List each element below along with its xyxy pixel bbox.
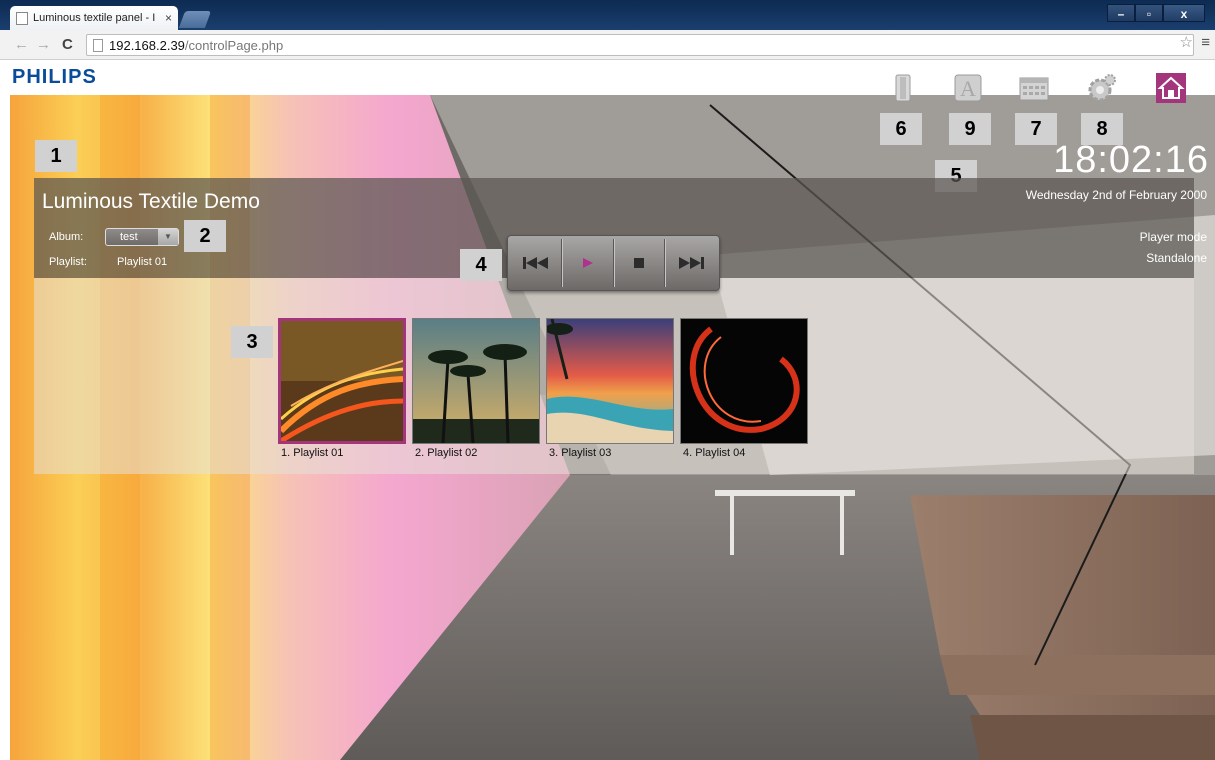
playlist-caption: 3. Playlist 03: [549, 447, 612, 459]
svg-text:A: A: [960, 76, 976, 101]
maximize-button[interactable]: ▫: [1135, 4, 1163, 22]
previous-button[interactable]: [511, 239, 562, 287]
play-icon: [582, 258, 593, 268]
album-label: Album:: [49, 231, 84, 243]
page-icon: [16, 11, 28, 25]
album-value: test: [120, 231, 138, 243]
next-icon: [679, 257, 705, 269]
back-icon[interactable]: ←: [14, 36, 29, 53]
playlist-tile-3[interactable]: 3. Playlist 03: [546, 318, 674, 464]
playlist-grid: 1. Playlist 01 2. Playlist 02 3. Playlis…: [34, 278, 1194, 474]
callout-3: 3: [231, 326, 273, 358]
playlist-tile-2[interactable]: 2. Playlist 02: [412, 318, 540, 464]
tab-close-button[interactable]: ×: [165, 11, 172, 25]
demo-title: Luminous Textile Demo: [42, 190, 260, 213]
date: Wednesday 2nd of February 2000: [1025, 188, 1207, 202]
philips-logo: PHILIPS: [12, 66, 97, 88]
close-window-button[interactable]: x: [1163, 4, 1205, 22]
calendar-icon[interactable]: [1019, 73, 1049, 103]
playlist-tile-4[interactable]: 4. Playlist 04: [680, 318, 808, 464]
menu-icon[interactable]: ≡: [1201, 34, 1210, 51]
callout-1: 1: [35, 140, 77, 172]
new-tab-button[interactable]: [178, 11, 212, 28]
control-page: PHILIPS A 6 9 7 8 18:02:16 5 1 Luminous …: [0, 61, 1215, 760]
playlist-label: Playlist:: [49, 256, 87, 268]
album-select[interactable]: test ▼: [105, 228, 179, 246]
player-mode-value: Standalone: [1146, 251, 1207, 265]
next-button[interactable]: [665, 239, 716, 287]
playlist-thumbnail: [680, 318, 808, 444]
tab-title: Luminous textile panel - I: [33, 12, 156, 24]
callout-2: 2: [184, 220, 226, 252]
playlist-caption: 4. Playlist 04: [683, 447, 746, 459]
playlist-thumbnail: [546, 318, 674, 444]
browser-titlebar: Luminous textile panel - I × – ▫ x: [0, 0, 1215, 30]
playlist-tile-1[interactable]: 1. Playlist 01: [278, 318, 406, 464]
callout-6: 6: [880, 113, 922, 145]
address-bar[interactable]: 192.168.2.39/controlPage.php: [86, 34, 1194, 56]
browser-tab[interactable]: Luminous textile panel - I ×: [10, 6, 178, 30]
page-icon: [93, 38, 103, 52]
home-icon[interactable]: [1156, 73, 1186, 103]
previous-icon: [522, 257, 548, 269]
minimize-button[interactable]: –: [1107, 4, 1135, 22]
reload-icon[interactable]: C: [62, 36, 73, 53]
playlist-caption: 1. Playlist 01: [281, 447, 344, 459]
window-controls: – ▫ x: [1107, 4, 1205, 22]
browser-toolbar: ← → C 192.168.2.39/controlPage.php ☆ ≡: [0, 30, 1215, 60]
clock: 18:02:16: [1053, 139, 1209, 181]
playlist-value: Playlist 01: [117, 256, 168, 268]
stop-icon: [634, 258, 645, 268]
settings-icon[interactable]: [1087, 73, 1117, 103]
url-host: 192.168.2.39: [109, 37, 185, 53]
chevron-down-icon[interactable]: ▼: [158, 229, 178, 245]
callout-9: 9: [949, 113, 991, 145]
text-icon[interactable]: A: [953, 73, 983, 103]
playlist-caption: 2. Playlist 02: [415, 447, 478, 459]
callout-7: 7: [1015, 113, 1057, 145]
playlist-thumbnail: [278, 318, 406, 444]
forward-icon[interactable]: →: [36, 36, 51, 53]
url-path: /controlPage.php: [184, 37, 284, 53]
player-mode-label: Player mode: [1139, 230, 1207, 244]
callout-4: 4: [460, 249, 502, 281]
playlist-thumbnail: [412, 318, 540, 444]
library-icon[interactable]: [888, 73, 918, 103]
stop-button[interactable]: [613, 239, 666, 287]
transport-controls: [507, 235, 720, 291]
bookmark-star-icon[interactable]: ☆: [1180, 33, 1193, 51]
play-button[interactable]: [561, 239, 614, 287]
